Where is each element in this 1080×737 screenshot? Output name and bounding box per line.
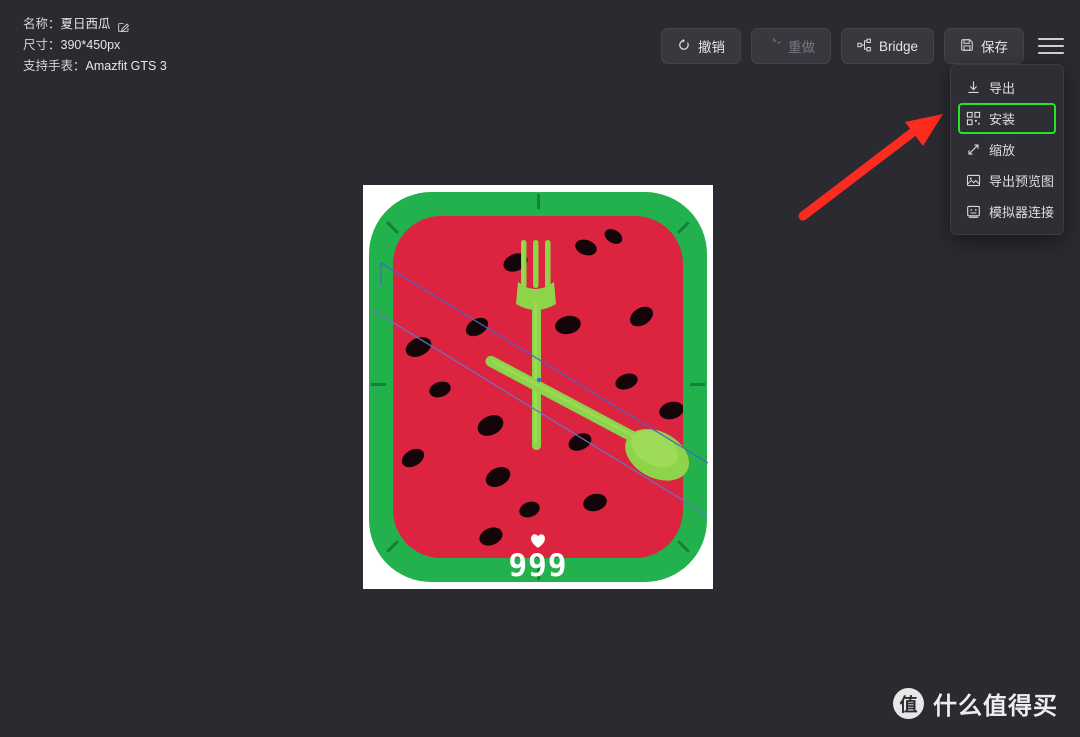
watermelon-seed xyxy=(602,226,625,247)
watermelon-seed xyxy=(462,314,492,340)
redo-label: 重做 xyxy=(787,40,815,55)
watermark-text: 什么值得买 xyxy=(933,693,1058,720)
menu-item-install[interactable]: 安装 xyxy=(958,103,1056,134)
menu-item-label: 缩放 xyxy=(989,143,1016,158)
watermelon-seed xyxy=(402,333,435,361)
watermelon-seed xyxy=(573,236,599,259)
overflow-dropdown-menu: 导出 安装 缩放 导出预览图 模拟器连接 xyxy=(950,64,1064,235)
project-size-label: 尺寸： xyxy=(23,38,61,52)
image-picture-icon xyxy=(966,173,981,188)
tick-mark xyxy=(371,383,386,386)
project-info-panel: 名称： 夏日西瓜 尺寸： 390*450px 支持手表： Amazfit GTS… xyxy=(23,14,167,77)
tick-mark xyxy=(386,221,399,234)
spoon-hand[interactable] xyxy=(475,353,725,503)
bridge-node-icon xyxy=(857,38,872,55)
qrcode-install-icon xyxy=(966,111,981,126)
annotation-arrow xyxy=(795,100,955,227)
undo-button[interactable]: 撤销 xyxy=(660,28,741,64)
save-label: 保存 xyxy=(981,40,1008,55)
watermelon-seed xyxy=(427,378,453,401)
project-size-value: 390*450px xyxy=(60,38,121,52)
scale-arrow-icon xyxy=(966,142,981,157)
save-button[interactable]: 保存 xyxy=(944,28,1024,64)
bridge-button[interactable]: Bridge xyxy=(840,28,934,64)
menu-item-label: 导出 xyxy=(989,81,1016,96)
app-root: 名称： 夏日西瓜 尺寸： 390*450px 支持手表： Amazfit GTS… xyxy=(0,0,1080,737)
supported-watch-row: 支持手表： Amazfit GTS 3 xyxy=(23,56,167,77)
menu-item-label: 安装 xyxy=(989,112,1016,127)
save-floppy-icon xyxy=(960,38,974,55)
tick-mark xyxy=(677,540,690,553)
supported-watch-value: Amazfit GTS 3 xyxy=(85,59,167,73)
menu-item-label: 导出预览图 xyxy=(989,174,1055,189)
redo-icon xyxy=(767,33,783,55)
watermelon-seed xyxy=(626,302,657,331)
watermelon-seed xyxy=(398,445,428,471)
project-name-label: 名称： xyxy=(23,17,61,31)
simulator-monitor-icon xyxy=(966,204,981,219)
hamburger-line xyxy=(1038,45,1064,47)
hamburger-line xyxy=(1038,38,1064,40)
watchface-preview-canvas[interactable]: 999 xyxy=(363,185,713,589)
undo-icon xyxy=(677,38,691,55)
project-name-value: 夏日西瓜 xyxy=(60,17,111,31)
watermark-logo: 值 什么值得买 xyxy=(893,686,1058,721)
menu-item-simulator-connect[interactable]: 模拟器连接 xyxy=(958,196,1056,227)
menu-item-scale[interactable]: 缩放 xyxy=(958,134,1056,165)
project-size-row: 尺寸： 390*450px xyxy=(23,35,167,56)
tick-mark xyxy=(677,221,690,234)
heart-icon xyxy=(531,534,545,548)
project-name-row: 名称： 夏日西瓜 xyxy=(23,14,167,35)
supported-watch-label: 支持手表： xyxy=(23,59,86,73)
export-download-icon xyxy=(966,80,981,95)
redo-button[interactable]: 重做 xyxy=(750,28,831,64)
hamburger-menu-icon[interactable] xyxy=(1038,31,1064,61)
hamburger-line xyxy=(1038,52,1064,54)
edit-pencil-icon[interactable] xyxy=(117,20,130,33)
menu-item-label: 模拟器连接 xyxy=(989,205,1055,220)
bridge-label: Bridge xyxy=(878,38,918,54)
smzdm-logo-icon: 值 xyxy=(893,688,924,719)
menu-item-export-preview[interactable]: 导出预览图 xyxy=(958,165,1056,196)
undo-label: 撤销 xyxy=(697,40,725,55)
tick-mark xyxy=(537,194,540,209)
tick-mark xyxy=(386,540,399,553)
top-toolbar: 撤销 重做 Bridge 保存 xyxy=(660,28,1064,64)
step-count-value: 999 xyxy=(508,548,568,584)
watermelon-seed xyxy=(476,524,506,549)
menu-item-export[interactable]: 导出 xyxy=(958,72,1056,103)
